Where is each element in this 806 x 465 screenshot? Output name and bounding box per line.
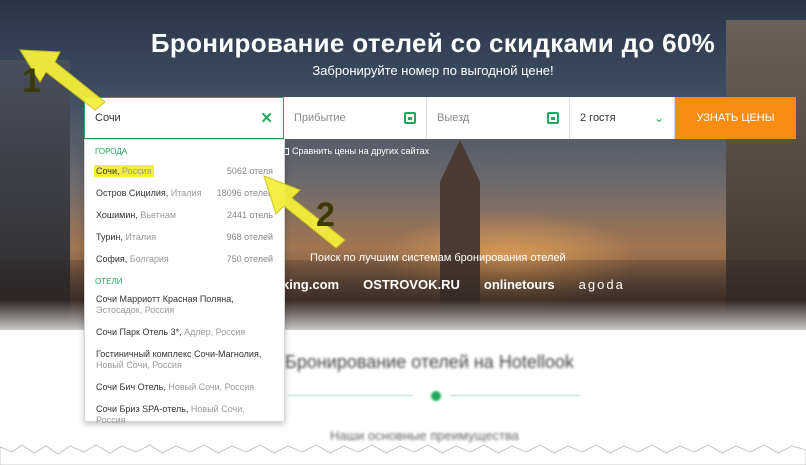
divider-icon — [431, 391, 441, 401]
checkout-field[interactable]: Выезд — [427, 97, 570, 139]
section-title: Бронирование отелей на Hotellook — [285, 352, 574, 372]
city-country: Россия — [122, 166, 152, 176]
city-input-value: Сочи — [95, 112, 121, 124]
partner-logos: king.com OSTROVOK.RU onlinetours agoda — [282, 277, 625, 292]
get-prices-button[interactable]: УЗНАТЬ ЦЕНЫ — [675, 97, 796, 139]
calendar-icon[interactable] — [547, 112, 559, 124]
city-country: Италия — [170, 188, 202, 198]
hotels-header: ОТЕЛИ — [95, 277, 123, 286]
city-name: София, — [96, 254, 128, 264]
guests-value: 2 гостя — [580, 112, 616, 124]
screenshot-stage: Бронирование отелей со скидками до 60% З… — [0, 0, 806, 465]
chevron-down-icon: ⌄ — [653, 111, 664, 125]
hotel-name: Сочи Марриотт Красная Поляна, — [96, 294, 234, 304]
onlinetours-logo: onlinetours — [483, 277, 555, 292]
booking-logo: king.com — [282, 277, 340, 292]
hotel-count: 5062 отеля — [226, 166, 273, 176]
hotel-location: Новый Сочи, Россия — [96, 360, 182, 370]
hotel-name: Сочи Бич Отель, — [96, 382, 166, 392]
suggestion-hotel[interactable]: Гостиничный комплекс Сочи-Магнолия, Новы… — [85, 345, 284, 375]
hotel-name: Гостиничный комплекс Сочи-Магнолия, — [96, 349, 262, 359]
cities-header: ГОРОДА — [95, 147, 128, 156]
section-subtitle: Наши основные преимущества — [330, 428, 519, 443]
city-country: Вьетнам — [140, 210, 177, 220]
city-name: Турин, — [96, 232, 123, 242]
calendar-icon[interactable] — [404, 112, 416, 124]
suggestion-hotel[interactable]: Сочи Парк Отель 3*, Адлер, Россия — [85, 323, 284, 342]
city-input[interactable]: Сочи ✕ — [84, 97, 284, 139]
compare-label: Сравнить цены на других сайтах — [292, 146, 430, 156]
annotation-step-1: 1 — [22, 62, 41, 100]
hotel-count: 968 отелей — [226, 232, 273, 242]
annotation-step-2: 2 — [316, 196, 335, 234]
city-name: Хошимин, — [96, 210, 138, 220]
suggestion-city[interactable]: Турин, Италия 968 отелей — [85, 226, 284, 248]
hotel-count: 2441 отель — [227, 210, 273, 220]
suggestion-hotel[interactable]: Сочи Бриз SPA-отель, Новый Сочи, Россия — [85, 400, 284, 430]
checkin-field[interactable]: Прибытие — [284, 97, 427, 139]
divider — [450, 395, 580, 396]
page-subtitle: Забронируйте номер по выгодной цене! — [312, 63, 554, 78]
guests-select[interactable]: 2 гостя ⌄ — [570, 97, 675, 139]
close-icon[interactable]: ✕ — [260, 109, 273, 127]
suggestion-hotel[interactable]: Сочи Марриотт Красная Поляна, Эстосадок,… — [85, 290, 284, 320]
city-name: Остров Сицилия, — [96, 188, 169, 198]
agoda-logo: agoda — [578, 277, 625, 292]
hotel-count: 750 отелей — [226, 254, 273, 264]
suggestion-city[interactable]: Хошимин, Вьетнам 2441 отель — [85, 204, 284, 226]
compare-checkbox[interactable]: Сравнить цены на других сайтах — [282, 146, 429, 156]
hotel-count: 18096 отелей — [216, 188, 273, 198]
search-bar: Сочи ✕ Прибытие Выезд 2 гостя ⌄ УЗНАТЬ Ц… — [84, 97, 796, 139]
city-country: Болгария — [129, 254, 169, 264]
city-country: Италия — [125, 232, 157, 242]
hotel-location: Эстосадок, Россия — [96, 305, 175, 315]
page-title: Бронирование отелей со скидками до 60% — [150, 28, 716, 58]
checkin-placeholder: Прибытие — [294, 112, 346, 124]
ostrovok-logo: OSTROVOK.RU — [363, 277, 460, 292]
suggestion-city[interactable]: Сочи, Россия 5062 отеля — [85, 160, 284, 182]
city-name: Сочи, — [96, 166, 120, 176]
hotel-location: Адлер, Россия — [184, 327, 246, 337]
hotel-name: Сочи Парк Отель 3*, — [96, 327, 182, 337]
hotel-location: Новый Сочи, Россия — [168, 382, 255, 392]
torn-edge — [0, 444, 806, 465]
suggestion-city[interactable]: Остров Сицилия, Италия 18096 отелей — [85, 182, 284, 204]
suggestions-dropdown: ГОРОДА Сочи, Россия 5062 отеля Остров Си… — [84, 139, 285, 425]
divider — [288, 395, 413, 396]
suggestion-hotel[interactable]: Сочи Бич Отель, Новый Сочи, Россия — [85, 378, 284, 397]
checkout-placeholder: Выезд — [437, 112, 470, 124]
hotel-name: Сочи Бриз SPA-отель, — [96, 404, 189, 414]
partners-title: Поиск по лучшим системам бронирования от… — [310, 252, 566, 264]
suggestion-city[interactable]: София, Болгария 750 отелей — [85, 248, 284, 270]
